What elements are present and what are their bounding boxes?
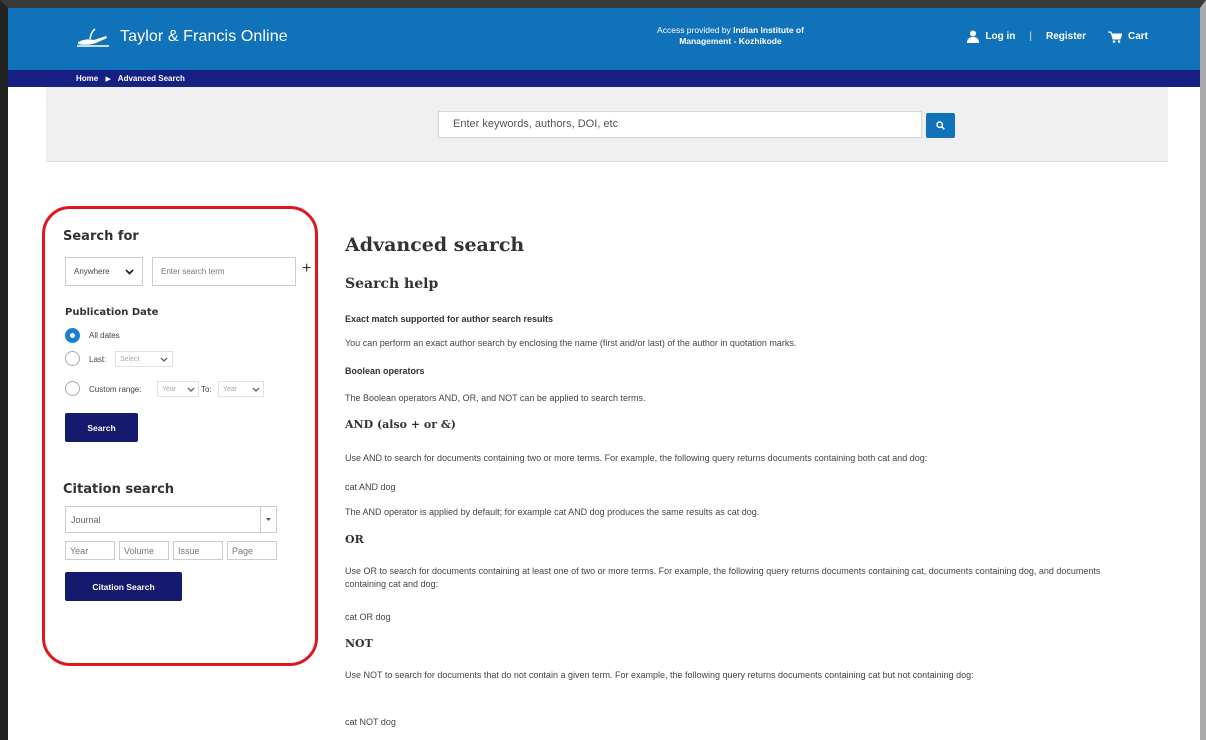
chevron-down-icon <box>160 357 168 362</box>
exact-match-text: You can perform an exact author search b… <box>345 338 797 348</box>
register-link[interactable]: Register <box>1046 31 1086 42</box>
or-example: cat OR dog <box>345 612 391 622</box>
not-heading: NOT <box>345 637 373 650</box>
all-dates-label: All dates <box>89 331 120 340</box>
boolean-heading: Boolean operators <box>345 366 425 376</box>
publication-date-title: Publication Date <box>65 307 159 318</box>
journal-select[interactable]: Journal <box>65 506 277 533</box>
custom-range-radio[interactable] <box>65 381 80 396</box>
not-text: Use NOT to search for documents that do … <box>345 670 974 680</box>
and-heading: AND (also + or &) <box>345 418 456 431</box>
cart-icon <box>1107 31 1122 43</box>
field-select-value: Anywhere <box>74 267 110 276</box>
citation-search-button[interactable]: Citation Search <box>65 572 182 601</box>
quick-search-button[interactable] <box>926 113 955 138</box>
breadcrumb-arrow-icon: ▶ <box>105 76 111 83</box>
last-period-value: Select <box>120 355 140 363</box>
not-example: cat NOT dog <box>345 717 396 727</box>
quick-search-input[interactable]: Enter keywords, authors, DOI, etc <box>438 111 922 138</box>
from-year-value: Year <box>162 385 177 393</box>
or-text: Use OR to search for documents containin… <box>345 566 1101 589</box>
breadcrumb: Home ▶ Advanced Search <box>8 70 1200 87</box>
action-separator: | <box>1029 31 1032 42</box>
and-default-text: The AND operator is applied by default; … <box>345 507 760 517</box>
citation-search-title: Citation search <box>63 482 175 497</box>
brand-name: Taylor & Francis Online <box>120 28 288 45</box>
to-label: To: <box>201 385 212 394</box>
quick-search-band: Enter keywords, authors, DOI, etc <box>46 87 1168 162</box>
last-period-select[interactable]: Select <box>115 351 173 367</box>
chevron-down-icon <box>252 387 260 392</box>
year-input[interactable]: Year <box>65 541 115 560</box>
search-term-input[interactable]: Enter search term <box>152 257 296 286</box>
issue-input[interactable]: Issue <box>173 541 223 560</box>
breadcrumb-home[interactable]: Home <box>76 74 98 83</box>
exact-match-heading: Exact match supported for author search … <box>345 314 554 324</box>
last-radio[interactable] <box>65 351 80 366</box>
field-select[interactable]: Anywhere <box>65 257 143 286</box>
caret-down-icon <box>266 518 271 521</box>
to-year-value: Year <box>223 385 238 393</box>
chevron-down-icon <box>187 387 195 392</box>
browser-window: Taylor & Francis Online Access provided … <box>0 0 1206 740</box>
search-button[interactable]: Search <box>65 413 138 442</box>
site-header: Taylor & Francis Online Access provided … <box>8 8 1200 70</box>
site-logo[interactable]: Taylor & Francis Online <box>76 26 288 48</box>
last-label: Last: <box>89 355 107 364</box>
and-example: cat AND dog <box>345 482 396 492</box>
from-year-select[interactable]: Year <box>157 381 199 397</box>
lamp-logo-icon <box>77 28 109 47</box>
access-prefix: Access provided by <box>657 25 731 35</box>
cart-link[interactable]: Cart <box>1107 31 1148 43</box>
all-dates-radio[interactable] <box>65 328 80 343</box>
chevron-down-icon <box>125 269 134 275</box>
page-title: Advanced search <box>345 234 525 256</box>
search-for-title: Search for <box>63 229 139 244</box>
access-org-line2: Management - Kozhikode <box>679 36 782 46</box>
login-label: Log in <box>985 31 1016 42</box>
journal-dropdown-toggle[interactable] <box>260 507 276 532</box>
journal-select-value: Journal <box>71 514 101 525</box>
boolean-text: The Boolean operators AND, OR, and NOT c… <box>345 393 646 403</box>
and-text: Use AND to search for documents containi… <box>345 453 928 463</box>
search-help-title: Search help <box>345 276 439 292</box>
cart-label: Cart <box>1127 31 1148 42</box>
add-term-button[interactable]: + <box>302 260 311 278</box>
access-info: Access provided by Indian Institute of M… <box>608 25 853 47</box>
user-icon <box>967 30 980 43</box>
breadcrumb-current: Advanced Search <box>117 74 185 83</box>
search-icon <box>936 121 945 130</box>
custom-range-label: Custom range: <box>89 385 142 394</box>
to-year-select[interactable]: Year <box>218 381 264 397</box>
account-actions: Log in | Register Cart <box>967 30 1148 43</box>
or-heading: OR <box>345 533 364 546</box>
access-org-line1: Indian Institute of <box>733 25 804 35</box>
page-input[interactable]: Page <box>227 541 277 560</box>
login-link[interactable]: Log in <box>967 30 1015 43</box>
volume-input[interactable]: Volume <box>119 541 169 560</box>
